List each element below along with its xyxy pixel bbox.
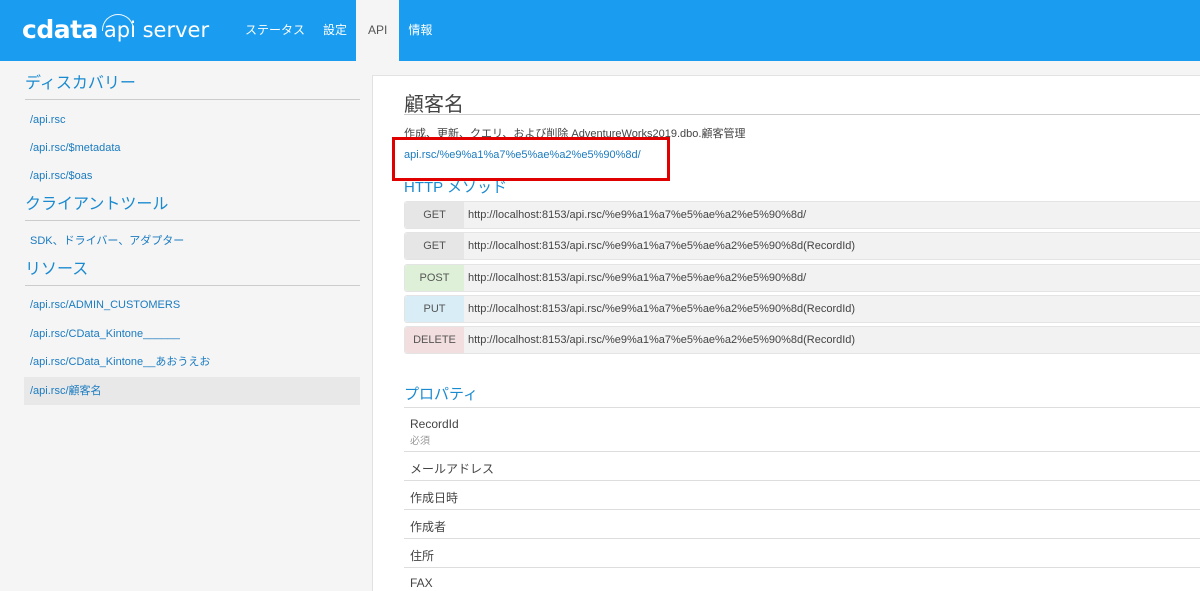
- method-url: http://localhost:8153/api.rsc/%e9%a1%a7%…: [468, 303, 856, 315]
- resource-title: 顧客名: [404, 94, 464, 116]
- nav-api[interactable]: API: [356, 0, 400, 61]
- sidebar-link-api-rsc[interactable]: /api.rsc: [24, 106, 360, 134]
- method-row-get-by-id[interactable]: GET http://localhost:8153/api.rsc/%e9%a1…: [404, 232, 1200, 260]
- properties-heading: プロパティ: [404, 386, 479, 403]
- property-divider: [404, 451, 1200, 452]
- highlight-annotation-box: [392, 137, 670, 181]
- property-name: 作成者: [410, 520, 447, 534]
- sidebar-link-sdk[interactable]: SDK、ドライバー、アダプター: [24, 227, 360, 255]
- method-row-post[interactable]: POST http://localhost:8153/api.rsc/%e9%a…: [404, 264, 1200, 292]
- method-url: http://localhost:8153/api.rsc/%e9%a1%a7%…: [468, 240, 856, 252]
- resource-detail-panel: 顧客名 作成、更新、クエリ、および削除 AdventureWorks2019.d…: [372, 75, 1200, 591]
- property-name: メールアドレス: [410, 462, 495, 476]
- method-row-delete[interactable]: DELETE http://localhost:8153/api.rsc/%e9…: [404, 326, 1200, 354]
- property-name: FAX: [410, 576, 433, 590]
- property-name: RecordId: [410, 417, 459, 431]
- logo-mark: cdata: [22, 15, 98, 44]
- sidebar-link-cdata-kintone[interactable]: /api.rsc/CData_Kintone______: [24, 320, 360, 348]
- http-methods-heading: HTTP メソッド: [404, 179, 508, 196]
- sidebar-link-metadata[interactable]: /api.rsc/$metadata: [24, 134, 360, 162]
- sidebar-section-resources: リソース: [25, 259, 360, 286]
- method-url: http://localhost:8153/api.rsc/%e9%a1%a7%…: [468, 334, 856, 346]
- method-badge-get: GET: [405, 202, 464, 228]
- property-divider: [404, 509, 1200, 510]
- property-divider: [404, 407, 1200, 408]
- property-divider: [404, 567, 1200, 568]
- method-badge-post: POST: [405, 265, 464, 291]
- sidebar-section-discovery: ディスカバリー: [25, 73, 360, 100]
- sidebar: ディスカバリー /api.rsc /api.rsc/$metadata /api…: [0, 61, 372, 591]
- method-url: http://localhost:8153/api.rsc/%e9%a1%a7%…: [468, 272, 807, 284]
- method-badge-delete: DELETE: [405, 327, 464, 353]
- logo-subtitle: api server: [101, 14, 209, 46]
- top-navigation-bar: cdata api server ステータス 設定 API 情報: [0, 0, 1200, 61]
- main-nav: ステータス 設定 API 情報: [236, 0, 441, 61]
- method-row-get[interactable]: GET http://localhost:8153/api.rsc/%e9%a1…: [404, 201, 1200, 229]
- nav-info[interactable]: 情報: [399, 0, 441, 61]
- title-divider: [404, 114, 1200, 115]
- sidebar-link-customer-name[interactable]: /api.rsc/顧客名: [24, 377, 360, 405]
- property-divider: [404, 480, 1200, 481]
- method-url: http://localhost:8153/api.rsc/%e9%a1%a7%…: [468, 209, 807, 221]
- method-badge-get: GET: [405, 233, 464, 259]
- property-required-label: 必須: [410, 436, 430, 447]
- property-divider: [404, 538, 1200, 539]
- property-name: 住所: [410, 549, 435, 563]
- method-badge-put: PUT: [405, 296, 464, 322]
- sidebar-link-cdata-kintone-aoueo[interactable]: /api.rsc/CData_Kintone__あおうえお: [24, 348, 360, 376]
- sidebar-section-client-tools: クライアントツール: [25, 194, 360, 221]
- sidebar-link-oas[interactable]: /api.rsc/$oas: [24, 162, 360, 190]
- nav-status[interactable]: ステータス: [236, 0, 314, 61]
- nav-settings[interactable]: 設定: [314, 0, 356, 61]
- cdata-api-server-logo[interactable]: cdata api server: [22, 14, 209, 46]
- method-row-put[interactable]: PUT http://localhost:8153/api.rsc/%e9%a1…: [404, 295, 1200, 323]
- sidebar-link-admin-customers[interactable]: /api.rsc/ADMIN_CUSTOMERS: [24, 291, 360, 319]
- property-name: 作成日時: [410, 491, 459, 505]
